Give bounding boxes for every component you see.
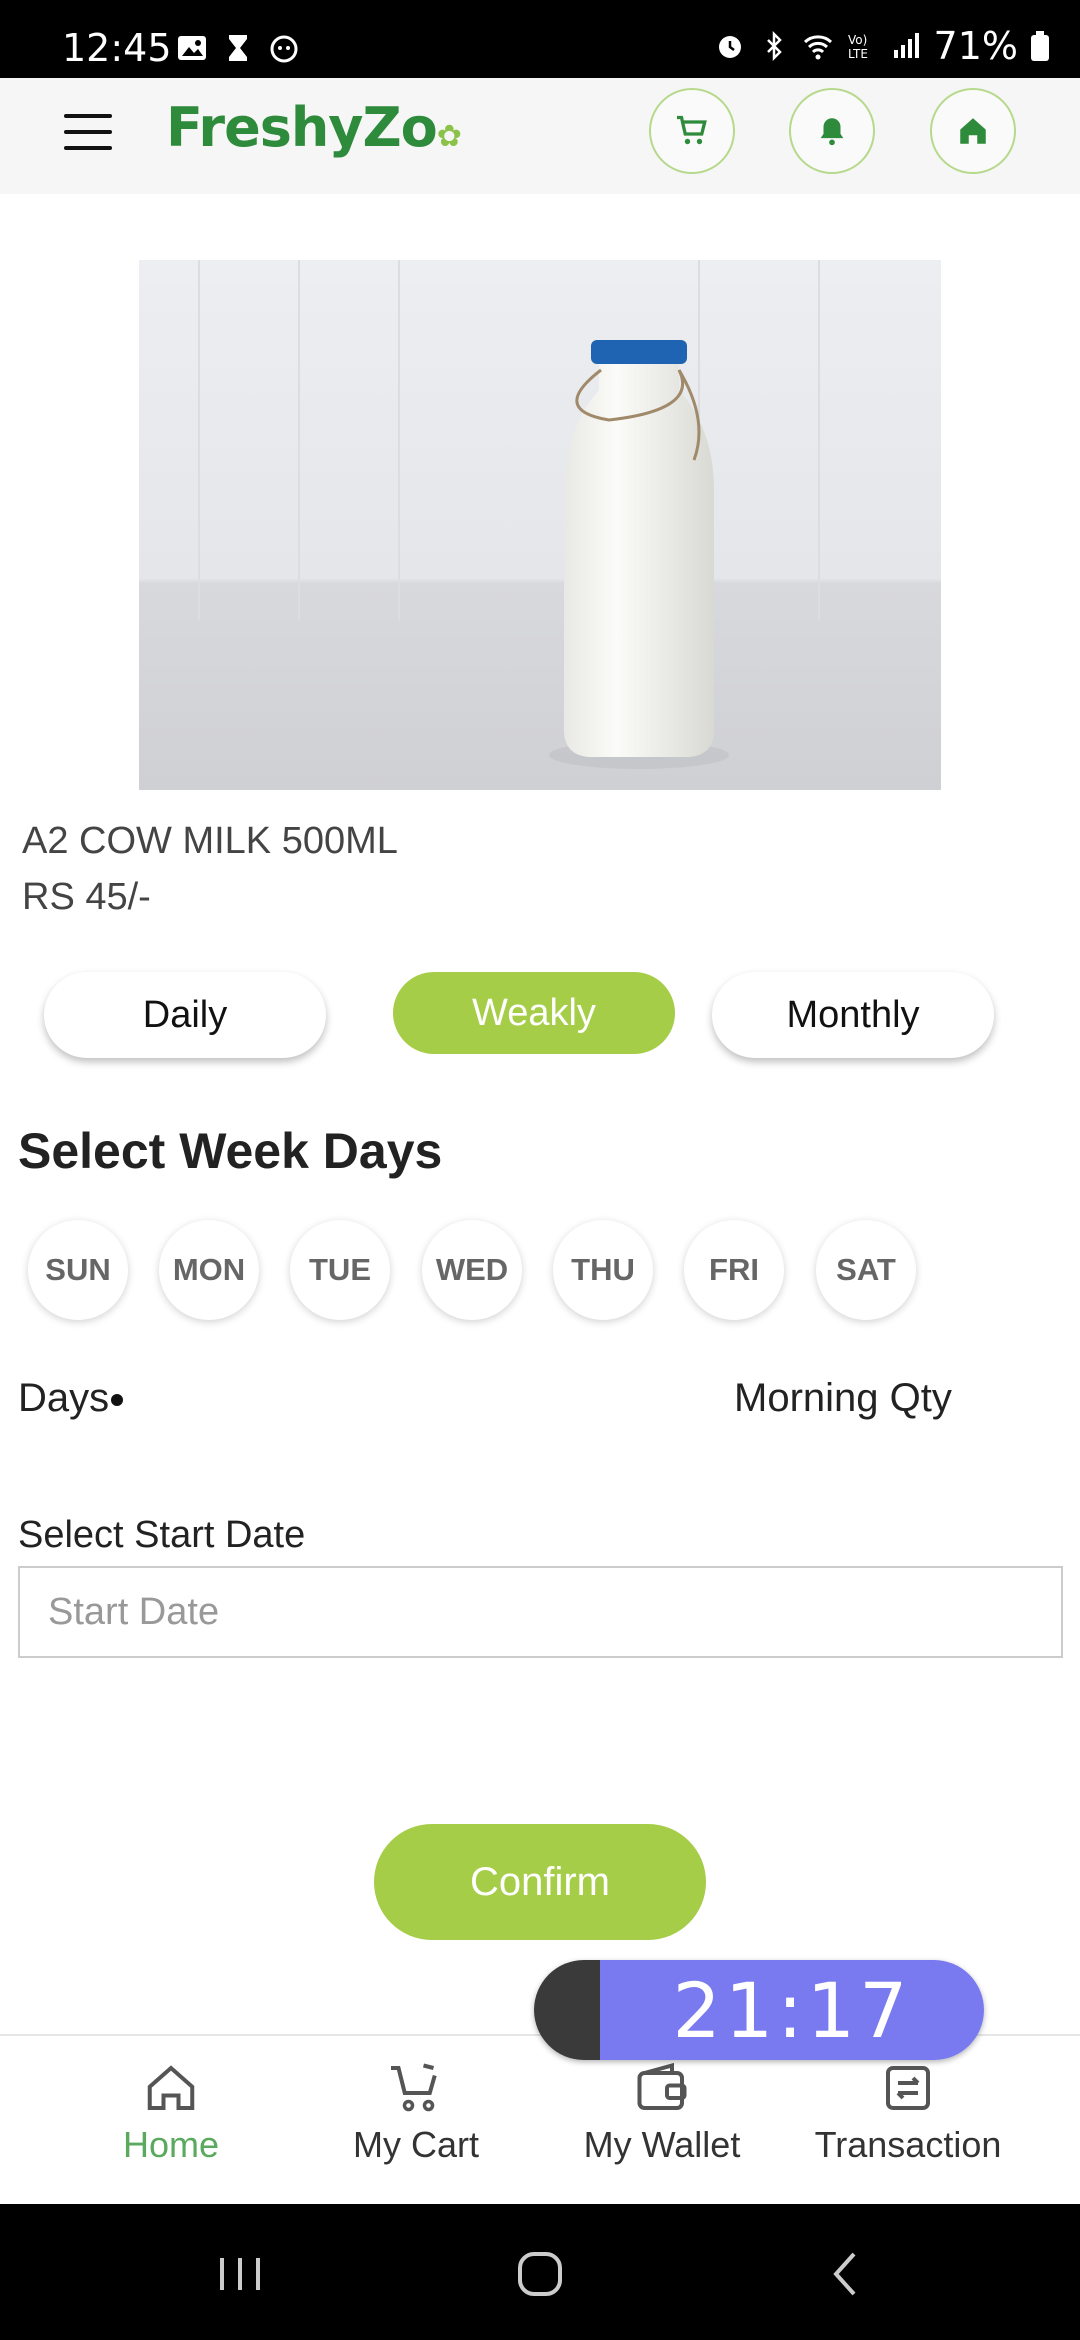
day-chip-thu[interactable]: THU — [553, 1220, 653, 1320]
home-outline-icon — [147, 2065, 195, 2110]
wifi-icon — [803, 35, 832, 60]
svg-text:LTE: LTE — [848, 47, 868, 61]
app-header: FreshyZo✿ — [0, 78, 1080, 194]
battery-percent: 71% — [933, 24, 1018, 68]
day-chip-tue[interactable]: TUE — [290, 1220, 390, 1320]
bluetooth-icon — [766, 30, 782, 62]
day-chip-mon[interactable]: MON — [159, 1220, 259, 1320]
start-date-input[interactable] — [18, 1566, 1063, 1658]
milk-bottle-illustration — [198, 260, 820, 769]
day-chip-wed[interactable]: WED — [422, 1220, 522, 1320]
home-button[interactable] — [930, 88, 1016, 174]
day-chip-sun[interactable]: SUN — [28, 1220, 128, 1320]
cat-icon — [270, 35, 298, 63]
nav-transaction[interactable]: Transaction — [788, 2058, 1028, 2198]
status-time: 12:45 — [62, 26, 172, 70]
product-price: RS 45/- — [22, 876, 151, 918]
days-label-text: Days — [18, 1376, 110, 1420]
status-notification-icons — [176, 32, 300, 64]
signal-icon — [893, 33, 919, 58]
status-bar: 12:45 Vo) LTE 71% — [0, 0, 1080, 78]
app-screen: 12:45 Vo) LTE 71% FreshyZo✿ A2 COW MILK … — [0, 0, 1080, 2340]
notification-button[interactable] — [789, 88, 875, 174]
nav-home-label: Home — [122, 2124, 220, 2165]
transaction-icon — [886, 2066, 930, 2110]
product-image — [139, 260, 941, 790]
battery-icon — [1031, 31, 1049, 61]
morning-qty-label: Morning Qty — [734, 1376, 952, 1420]
nav-my-wallet[interactable]: My Wallet — [542, 2058, 782, 2198]
recent-apps-icon[interactable] — [208, 2242, 272, 2306]
product-name: A2 COW MILK 500ML — [22, 820, 398, 862]
cart-outline-icon — [391, 2063, 437, 2112]
image-icon — [178, 36, 206, 60]
wallet-icon — [637, 2062, 687, 2110]
svg-text:Vo): Vo) — [848, 33, 867, 47]
plan-daily-button[interactable]: Daily — [44, 972, 326, 1058]
nav-my-cart[interactable]: My Cart — [296, 2058, 536, 2198]
volte-icon: Vo)LTE — [848, 33, 868, 61]
menu-button[interactable] — [60, 106, 116, 162]
hourglass-icon — [229, 35, 247, 61]
nav-transaction-label: Transaction — [814, 2124, 1002, 2165]
plan-weekly-button[interactable]: Weakly — [393, 972, 675, 1054]
cart-icon — [677, 115, 707, 145]
home-system-icon[interactable] — [508, 2242, 572, 2306]
plan-monthly-button[interactable]: Monthly — [712, 972, 994, 1058]
floating-timer[interactable]: 21:17 — [534, 1960, 984, 2060]
leaf-icon: ✿ — [436, 119, 462, 154]
nav-home[interactable]: Home — [51, 2058, 291, 2198]
alarm-icon — [718, 36, 741, 58]
timer-time: 21:17 — [600, 1960, 984, 2060]
nav-my-cart-label: My Cart — [353, 2124, 479, 2165]
select-week-days-title: Select Week Days — [18, 1123, 443, 1179]
day-chip-sat[interactable]: SAT — [816, 1220, 916, 1320]
system-navigation-bar — [0, 2204, 1080, 2340]
select-start-date-label: Select Start Date — [18, 1514, 306, 1556]
cart-button[interactable] — [649, 88, 735, 174]
day-chip-fri[interactable]: FRI — [684, 1220, 784, 1320]
bullet-icon — [111, 1394, 124, 1407]
freshyzo-logo: FreshyZo✿ — [166, 96, 462, 159]
days-label: Days — [18, 1376, 124, 1421]
nav-my-wallet-label: My Wallet — [583, 2124, 741, 2165]
confirm-button[interactable]: Confirm — [374, 1824, 706, 1940]
bell-icon — [820, 118, 844, 146]
back-icon[interactable] — [814, 2242, 878, 2306]
logo-text: FreshyZo — [166, 96, 438, 159]
home-icon — [960, 118, 986, 144]
status-system-icons: Vo) LTE 71% — [714, 24, 1050, 68]
